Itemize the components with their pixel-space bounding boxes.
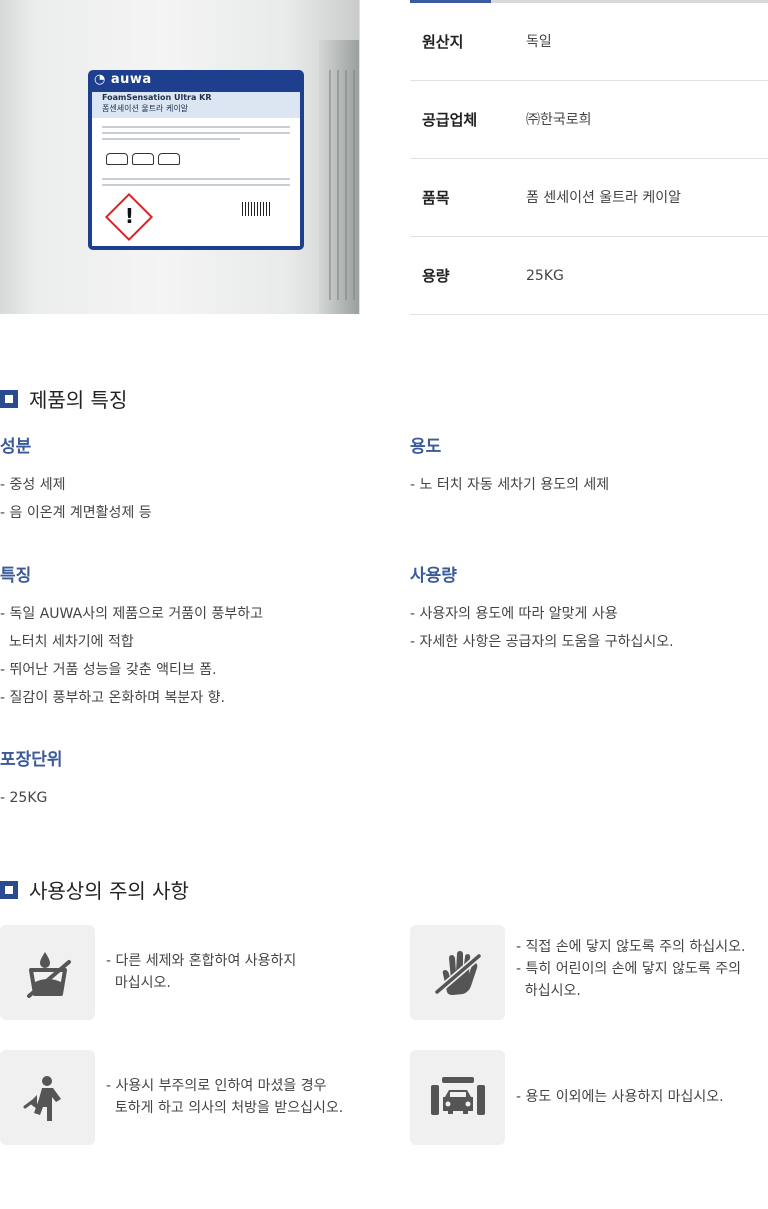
spec-key: 공급업체 (422, 111, 478, 129)
spec-row-item: 품목 폼 센세이션 울트라 케이알 (410, 159, 768, 237)
feature-title: 사용량 (410, 566, 457, 586)
no-hand-contact-icon (433, 951, 483, 996)
spec-key: 원산지 (422, 33, 464, 51)
product-label: ◔ auwa FoamSensation Ultra KR 폼센세이션 울트라 … (88, 70, 304, 250)
feature-ingredients: 성분 - 중성 세제 - 음 이온계 계면활성제 등 (0, 432, 360, 527)
heading-square-icon (0, 389, 18, 408)
feature-title: 용도 (410, 437, 442, 457)
feature-title: 포장단위 (0, 750, 63, 770)
spec-row-capacity: 용량 25KG (410, 237, 768, 315)
heading-square-icon (0, 880, 18, 899)
feature-line: - 25KG (0, 790, 48, 806)
label-title: FoamSensation Ultra KR (102, 93, 212, 102)
feature-characteristics: 특징 - 독일 AUWA사의 제품으로 거품이 풍부하고 노터치 세차기에 적합… (0, 561, 360, 712)
car-pictograms (106, 150, 186, 165)
label-text-line (102, 184, 290, 186)
feature-line: - 사용자의 용도에 따라 알맞게 사용 (410, 606, 618, 622)
label-text-line (102, 138, 240, 140)
label-text-line (102, 178, 290, 180)
feature-usage: 용도 - 노 터치 자동 세차기 용도의 세제 (410, 432, 768, 499)
feature-line: - 자세한 사항은 공급자의 도움을 구하십시오. (410, 634, 674, 650)
feature-line: - 중성 세제 (0, 477, 66, 493)
label-text-line (102, 132, 290, 134)
caution-title: 사용상의 주의 사항 (29, 879, 189, 903)
caution-item: - 사용시 부주의로 인하여 마셨을 경우 토하게 하고 의사의 처방을 받으십… (0, 1050, 360, 1146)
no-mixing-icon (27, 952, 71, 998)
feature-title: 특징 (0, 566, 32, 586)
hazard-warning-icon: ! (104, 192, 154, 242)
caution-text: - 직접 손에 닿지 않도록 주의 하십시오. - 특히 어린이의 손에 닿지 … (516, 939, 746, 999)
feature-line: 노터치 세차기에 적합 (0, 634, 134, 650)
label-body: FoamSensation Ultra KR 폼센세이션 울트라 케이알 ! (92, 92, 300, 246)
feature-line: - 뛰어난 거품 성능을 갖춘 액티브 폼. (0, 662, 217, 678)
spec-value: 폼 센세이션 울트라 케이알 (526, 190, 682, 206)
label-band: FoamSensation Ultra KR 폼센세이션 울트라 케이알 (92, 92, 300, 118)
car-wash-icon (431, 1077, 485, 1115)
caution-item: - 다른 세제와 혼합하여 사용하지 마십시오. (0, 925, 360, 1021)
spec-table: 원산지 독일 공급업체 ㈜한국로희 품목 폼 센세이션 울트라 케이알 용량 2… (410, 0, 768, 315)
caution-text: - 다른 세제와 혼합하여 사용하지 마십시오. (106, 953, 297, 991)
feature-line: - 노 터치 자동 세차기 용도의 세제 (410, 477, 610, 493)
background-cage (323, 70, 357, 300)
spec-value: ㈜한국로희 (526, 112, 592, 128)
feature-line: - 질감이 풍부하고 온화하며 복분자 향. (0, 690, 225, 706)
barcode (242, 202, 272, 216)
caution-text: - 용도 이외에는 사용하지 마십시오. (516, 1089, 724, 1105)
label-text-line (102, 126, 290, 128)
feature-line: - 독일 AUWA사의 제품으로 거품이 풍부하고 (0, 606, 263, 622)
spec-value: 25KG (526, 268, 564, 284)
feature-title: 성분 (0, 437, 32, 457)
feature-packaging: 포장단위 - 25KG (0, 745, 360, 812)
spec-value: 독일 (526, 34, 552, 50)
caution-heading: 사용상의 주의 사항 (0, 875, 189, 904)
caution-icon-box (410, 925, 505, 1020)
label-subtitle: 폼센세이션 울트라 케이알 (102, 104, 189, 113)
feature-amount: 사용량 - 사용자의 용도에 따라 알맞게 사용 - 자세한 사항은 공급자의 … (410, 561, 768, 656)
product-photo: ◔ auwa FoamSensation Ultra KR 폼센세이션 울트라 … (0, 0, 360, 314)
caution-icon-box (0, 1050, 95, 1145)
brand-logo: ◔ auwa (94, 72, 152, 87)
features-heading: 제품의 특징 (0, 384, 127, 413)
spec-key: 용량 (422, 267, 450, 285)
spec-row-origin: 원산지 독일 (410, 3, 768, 81)
spec-key: 품목 (422, 189, 450, 207)
caution-icon-box (410, 1050, 505, 1145)
caution-item: - 용도 이외에는 사용하지 마십시오. (410, 1050, 768, 1146)
features-title: 제품의 특징 (29, 388, 128, 412)
caution-text: - 사용시 부주의로 인하여 마셨을 경우 토하게 하고 의사의 처방을 받으십… (106, 1078, 344, 1116)
feature-line: - 음 이온계 계면활성제 등 (0, 505, 152, 521)
spec-row-supplier: 공급업체 ㈜한국로희 (410, 81, 768, 159)
caution-item: - 직접 손에 닿지 않도록 주의 하십시오. - 특히 어린이의 손에 닿지 … (410, 925, 768, 1021)
swallow-warning-icon (23, 1076, 61, 1121)
caution-icon-box (0, 925, 95, 1020)
